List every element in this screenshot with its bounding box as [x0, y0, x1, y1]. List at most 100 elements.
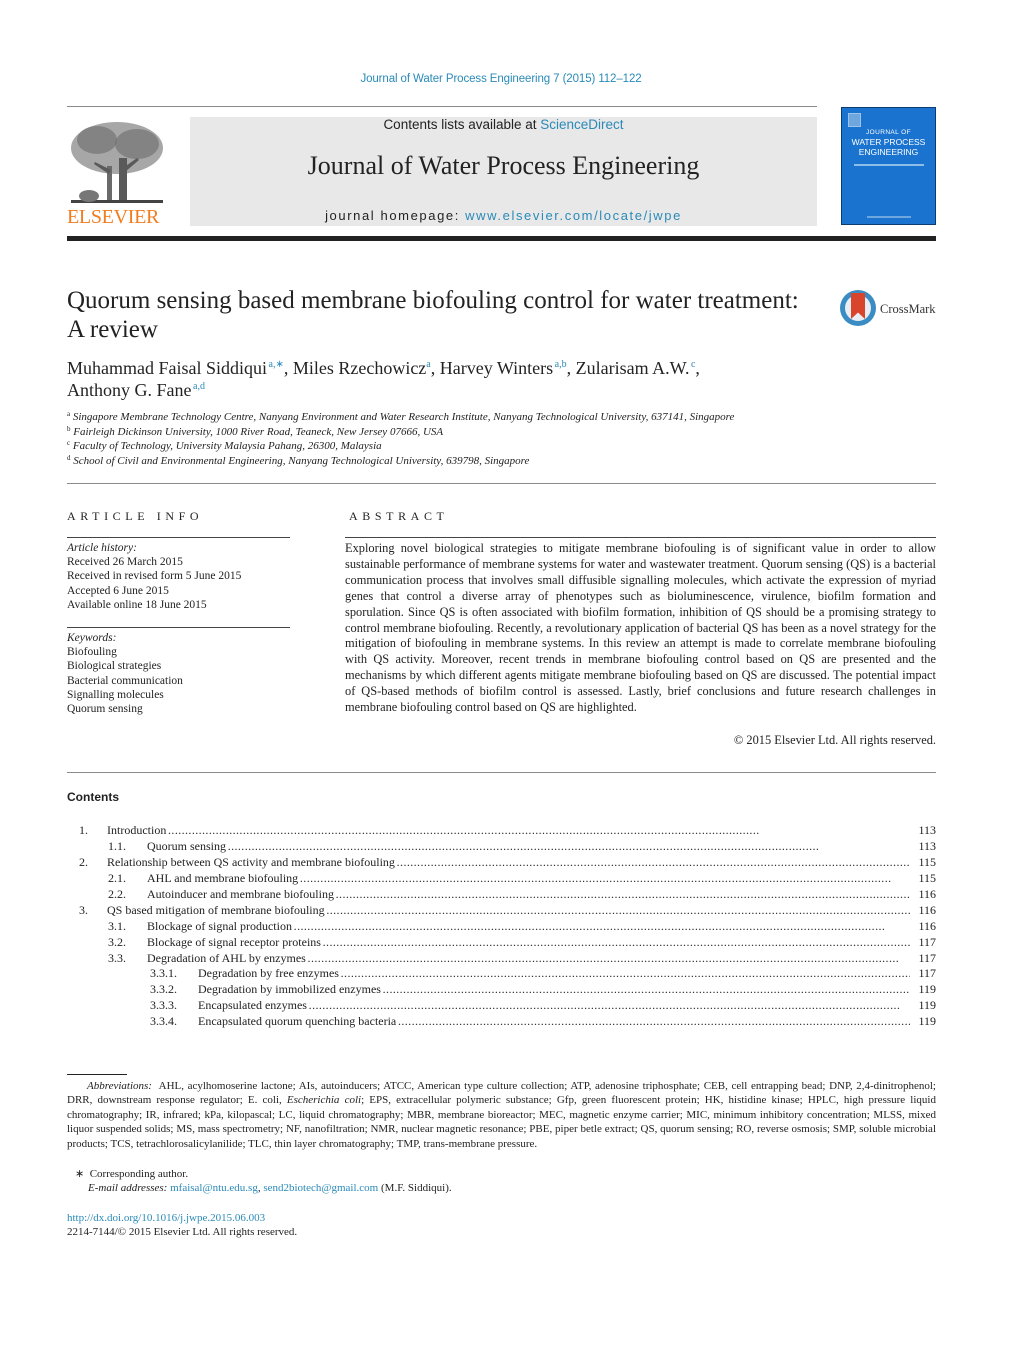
cover-logo-icon — [848, 113, 861, 127]
toc-entry-number: 2.2. — [108, 886, 126, 901]
toc-entry[interactable]: 3.2. Blockage of signal receptor proteins… — [67, 935, 936, 951]
email-suffix: (M.F. Siddiqui). — [378, 1182, 452, 1194]
toc-entry-page[interactable]: 117 — [910, 966, 936, 982]
toc-entry-title[interactable]: QS based mitigation of membrane biofouli… — [107, 903, 910, 919]
header-thick-rule — [67, 236, 936, 241]
toc-entry-page[interactable]: 115 — [910, 855, 936, 871]
abstract-rule — [345, 537, 936, 538]
article-title: Quorum sensing based membrane biofouling… — [67, 287, 799, 343]
toc-entry[interactable]: 3.3.3. Encapsulated enzymes119 — [67, 998, 936, 1014]
crossmark-label: CrossMark — [880, 302, 936, 316]
keywords-label: Keywords: — [67, 632, 117, 644]
divider-rule — [67, 483, 936, 484]
toc-entry-title[interactable]: AHL and membrane biofouling — [147, 871, 910, 887]
footnote-rule — [67, 1074, 127, 1075]
table-of-contents: 1.Introduction1131.1.Quorum sensing1132.… — [67, 823, 936, 1030]
toc-entry-title[interactable]: Introduction — [107, 823, 910, 839]
toc-entry-title[interactable]: Autoinducer and membrane biofouling — [147, 887, 910, 903]
toc-entry-title[interactable]: Degradation by free enzymes — [198, 966, 910, 982]
email-label: E-mail addresses: — [88, 1182, 168, 1194]
toc-entry-page[interactable]: 116 — [910, 919, 936, 935]
email-link[interactable]: mfaisal@ntu.edu.sg — [170, 1182, 258, 1194]
toc-entry-page[interactable]: 116 — [910, 903, 936, 919]
author-list: Muhammad Faisal Siddiqui a,∗, Miles Rzec… — [67, 357, 847, 401]
author-separator: , — [430, 358, 440, 378]
author-affiliation-link[interactable]: a,b — [555, 359, 567, 370]
journal-cover-thumbnail[interactable]: JOURNAL OF WATER PROCESS ENGINEERING — [841, 107, 936, 225]
toc-entry-title[interactable]: Encapsulated enzymes — [198, 998, 910, 1014]
toc-entry-number: 2. — [79, 854, 88, 869]
toc-entry[interactable]: 3.3. Degradation of AHL by enzymes117 — [67, 951, 936, 967]
article-info-heading: ARTICLE INFO — [67, 509, 204, 523]
journal-reference-link[interactable]: Journal of Water Process Engineering 7 (… — [0, 73, 1002, 85]
toc-entry[interactable]: 1. Introduction113 — [67, 823, 936, 839]
toc-entry-title[interactable]: Relationship between QS activity and mem… — [107, 855, 910, 871]
toc-entry-number: 3.3. — [108, 950, 126, 965]
author-name[interactable]: Anthony G. Fane — [67, 380, 192, 400]
toc-entry-title[interactable]: Blockage of signal receptor proteins — [147, 935, 910, 951]
affiliation-item: c Faculty of Technology, University Mala… — [67, 439, 927, 454]
toc-entry[interactable]: 3. QS based mitigation of membrane biofou… — [67, 903, 936, 919]
toc-entry-number: 1.1. — [108, 838, 126, 853]
contents-heading: Contents — [67, 790, 119, 804]
abbreviations-italic-term: Escherichia coli — [286, 1094, 362, 1107]
author-affiliation-link[interactable]: a,d — [193, 381, 205, 392]
toc-entry-number: 2.1. — [108, 870, 126, 885]
toc-entry-page[interactable]: 119 — [910, 998, 936, 1014]
issn-copyright-line: 2214-7144/© 2015 Elsevier Ltd. All right… — [67, 1226, 298, 1238]
author-name[interactable]: Muhammad Faisal Siddiqui — [67, 358, 267, 378]
sciencedirect-link[interactable]: ScienceDirect — [540, 117, 623, 132]
keywords-list: Keywords: Biofouling Biological strategi… — [67, 631, 297, 716]
toc-entry-page[interactable]: 119 — [910, 1014, 936, 1030]
toc-entry[interactable]: 1.1. Quorum sensing113 — [67, 839, 936, 855]
toc-entry-title[interactable]: Quorum sensing — [147, 839, 910, 855]
toc-entry[interactable]: 2.1. AHL and membrane biofouling115 — [67, 871, 936, 887]
toc-entry[interactable]: 3.3.4. Encapsulated quorum quenching bact… — [67, 1014, 936, 1030]
cover-line-1: JOURNAL OF — [866, 129, 911, 136]
article-history: Article history: Received 26 March 2015 … — [67, 541, 297, 612]
crossmark-button[interactable]: CrossMark — [840, 290, 940, 330]
toc-entry-page[interactable]: 119 — [910, 982, 936, 998]
affiliation-item: d School of Civil and Environmental Engi… — [67, 454, 927, 469]
cover-footer-bar — [867, 216, 911, 218]
toc-entry[interactable]: 3.1. Blockage of signal production116 — [67, 919, 936, 935]
affiliation-item: a Singapore Membrane Technology Centre, … — [67, 410, 927, 425]
toc-entry-number: 3.3.3. — [150, 998, 177, 1013]
affiliation-mark: c — [67, 439, 71, 447]
toc-entry[interactable]: 2.2. Autoinducer and membrane biofouling1… — [67, 887, 936, 903]
author-name[interactable]: Zularisam A.W. — [576, 358, 690, 378]
email-link[interactable]: send2biotech@gmail.com — [263, 1182, 378, 1194]
affiliation-text: Singapore Membrane Technology Centre, Na… — [72, 411, 735, 423]
toc-entry-title[interactable]: Degradation by immobilized enzymes — [198, 982, 910, 998]
affiliation-text: Faculty of Technology, University Malays… — [72, 440, 382, 452]
keyword-item: Biofouling — [67, 646, 117, 659]
journal-homepage-link[interactable]: www.elsevier.com/locate/jwpe — [465, 208, 682, 223]
author-affiliation-link[interactable]: a,∗ — [269, 359, 284, 370]
toc-entry-page[interactable]: 115 — [910, 871, 936, 887]
toc-entry-title[interactable]: Blockage of signal production — [147, 919, 910, 935]
affiliations-list: a Singapore Membrane Technology Centre, … — [67, 410, 927, 468]
abstract-heading: ABSTRACT — [349, 509, 449, 523]
doi-link[interactable]: http://dx.doi.org/10.1016/j.jwpe.2015.06… — [67, 1211, 265, 1225]
toc-entry-page[interactable]: 117 — [910, 951, 936, 967]
keyword-item: Bacterial communication — [67, 674, 183, 687]
toc-entry-page[interactable]: 116 — [910, 887, 936, 903]
toc-entry-title[interactable]: Degradation of AHL by enzymes — [147, 951, 910, 967]
affiliation-mark: d — [67, 453, 71, 462]
toc-entry-title[interactable]: Encapsulated quorum quenching bacteria — [198, 1014, 910, 1030]
toc-entry-number: 3.3.1. — [150, 966, 177, 981]
toc-entry[interactable]: 3.3.2. Degradation by immobilized enzymes… — [67, 982, 936, 998]
toc-entry-page[interactable]: 113 — [910, 839, 936, 855]
abbreviations-footnote: Abbreviations: AHL, acylhomoserine lacto… — [67, 1079, 936, 1151]
corresponding-mark: ∗ — [75, 1168, 85, 1180]
author-name[interactable]: Harvey Winters — [440, 358, 553, 378]
author-separator: , — [566, 358, 576, 378]
cover-divider — [854, 164, 924, 166]
toc-entry-page[interactable]: 117 — [910, 935, 936, 951]
toc-entry-page[interactable]: 113 — [910, 823, 936, 839]
email-addresses: E-mail addresses: mfaisal@ntu.edu.sg, se… — [88, 1181, 452, 1195]
toc-entry[interactable]: 3.3.1. Degradation by free enzymes117 — [67, 966, 936, 982]
author-name[interactable]: Miles Rzechowicz — [293, 358, 426, 378]
author-separator: , — [695, 358, 700, 378]
toc-entry[interactable]: 2. Relationship between QS activity and m… — [67, 855, 936, 871]
